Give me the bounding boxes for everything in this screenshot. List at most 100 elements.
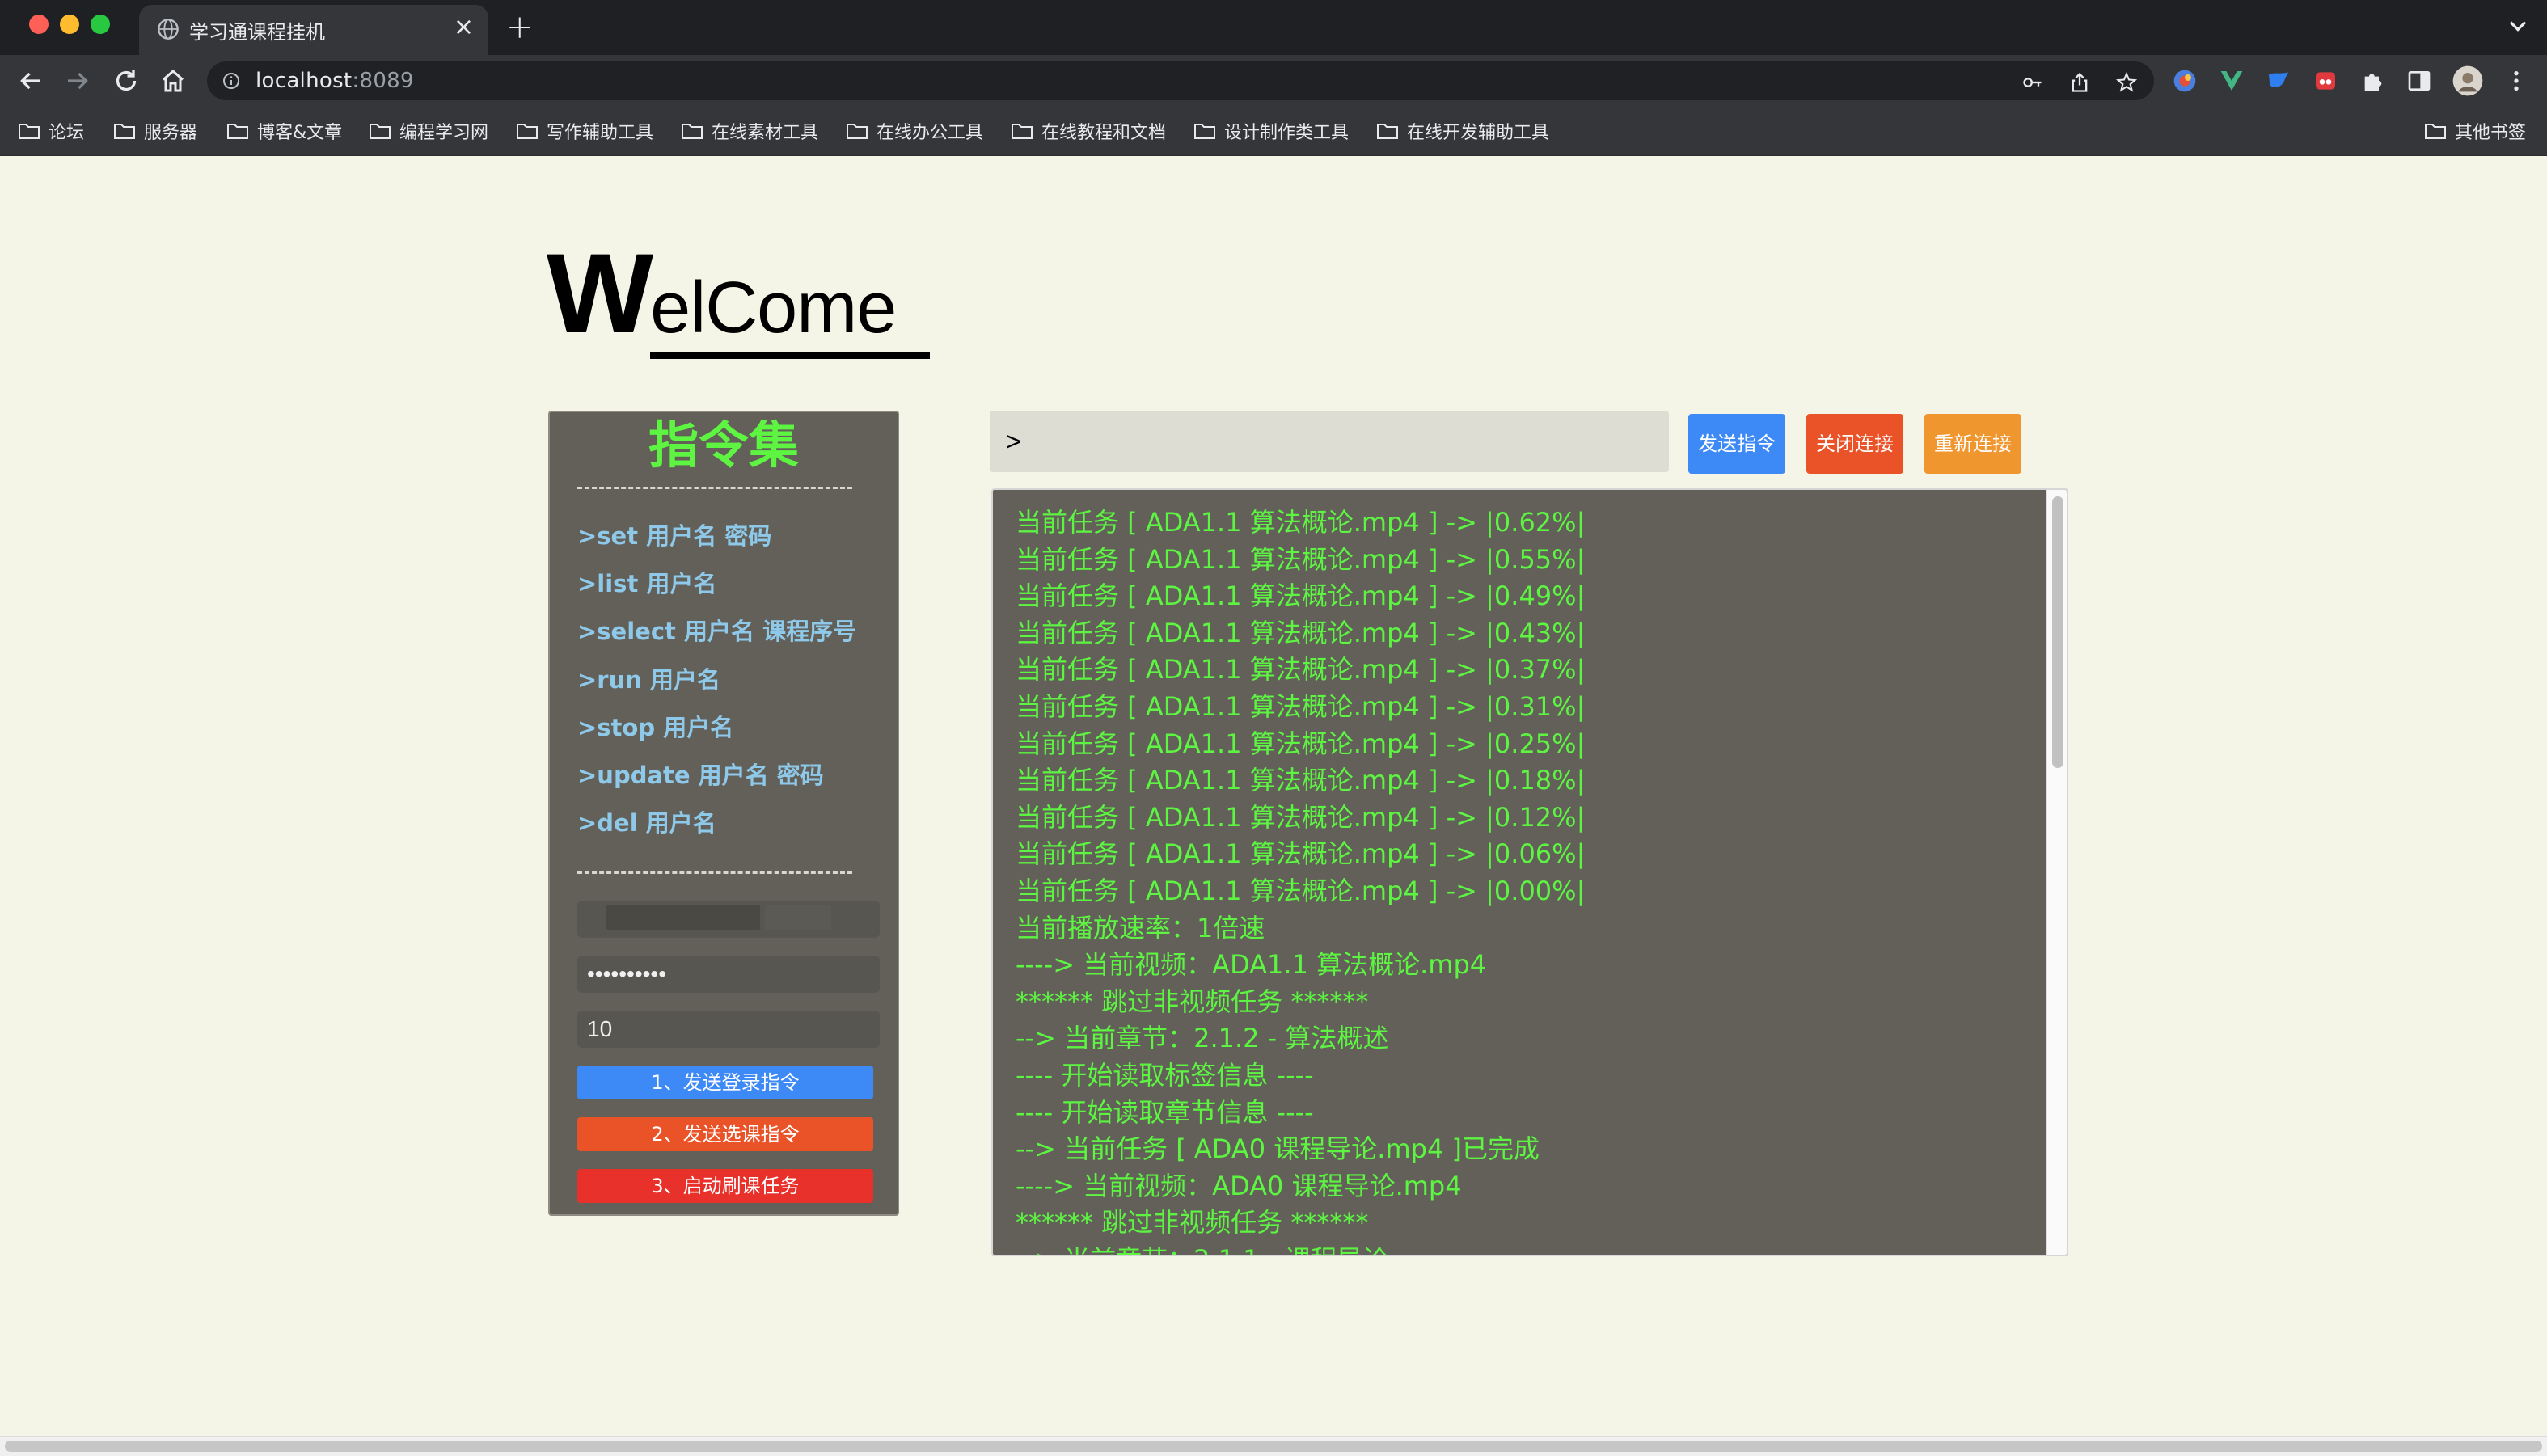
log-line: 当前任务 [ ADA1.1 算法概论.mp4 ] -> |0.25%| [1016,728,1586,759]
log-line: 当前任务 [ ADA1.1 算法概论.mp4 ] -> |0.55%| [1016,543,1586,575]
back-arrow-icon[interactable] [16,66,45,95]
command-panel: 指令集 >set 用户名 密码 >list 用户名 >select 用户名 课程… [548,411,899,1216]
bookmark-folder[interactable]: 在线教程和文档 [1011,115,1166,147]
log-line: 当前任务 [ ADA1.1 算法概论.mp4 ] -> |0.00%| [1016,875,1586,906]
bird-extension-icon[interactable] [2266,68,2291,94]
folder-icon [847,124,868,139]
page-scrollbar-thumb[interactable] [5,1441,2542,1452]
redacted-username [765,905,831,930]
command-item-select: >select 用户名 课程序号 [577,618,857,645]
command-item-run: >run 用户名 [577,666,720,694]
log-line: 当前任务 [ ADA1.1 算法概论.mp4 ] -> |0.31%| [1016,690,1586,722]
username-field[interactable] [577,901,880,938]
log-line: ****** 跳过非视频任务 ****** [1016,1207,1369,1239]
other-bookmarks-folder[interactable]: 其他书签 [2424,115,2526,147]
course-number-field[interactable]: 10 [577,1011,880,1048]
browser-tab-active[interactable]: 学习通课程挂机 × [139,5,488,55]
log-line: 当前任务 [ ADA1.1 算法概论.mp4 ] -> |0.62%| [1016,507,1586,538]
log-line: 当前任务 [ ADA1.1 算法概论.mp4 ] -> |0.06%| [1016,838,1586,870]
folder-icon [517,124,538,139]
log-line: ****** 跳过非视频任务 ****** [1016,985,1369,1017]
log-line: --> 当前章节：2.1.1 - 课程导论 [1016,1242,2042,1255]
star-icon[interactable] [2115,71,2138,94]
console-scrollbar-thumb[interactable] [2052,496,2063,768]
info-icon[interactable] [222,71,241,91]
command-item-update: >update 用户名 密码 [577,762,824,789]
bookmark-folder[interactable]: 服务器 [113,115,197,147]
start-task-button[interactable]: 3、启动刷课任务 [577,1169,873,1203]
bookmark-folder[interactable]: 在线素材工具 [681,115,818,147]
forward-arrow-icon[interactable] [63,66,92,95]
command-item-set: >set 用户名 密码 [577,522,772,550]
bookmark-folder[interactable]: 设计制作类工具 [1193,115,1349,147]
profile-avatar[interactable] [2452,65,2484,97]
log-line: ----> 当前视频：ADA0 课程导论.mp4 [1016,1170,1462,1201]
command-item-del: >del 用户名 [577,809,716,837]
folder-icon [1377,124,1398,139]
log-line: --> 当前章节：2.1.2 - 算法概述 [1016,1023,1389,1054]
bookmark-folder[interactable]: 在线办公工具 [846,115,983,147]
log-line: ---- 开始读取标签信息 ---- [1016,1059,1314,1091]
home-icon[interactable] [158,66,188,95]
folder-icon [370,124,391,139]
browser-toolbar: localhost:8089 [0,55,2547,107]
log-line: --> 当前任务 [ ADA0 课程导论.mp4 ]已完成 [1016,1133,1540,1165]
window-close-button[interactable] [29,15,49,34]
address-bar[interactable]: localhost:8089 [207,61,2154,100]
divider [577,871,852,874]
globe-icon [158,19,179,40]
close-connection-button[interactable]: 关闭连接 [1806,414,1903,474]
key-icon[interactable] [2021,71,2044,94]
reload-icon[interactable] [112,66,141,95]
tab-close-icon[interactable]: × [454,13,474,42]
folder-icon [682,124,703,139]
bookmark-folder[interactable]: 写作辅助工具 [516,115,653,147]
bookmark-folder[interactable]: 在线开发辅助工具 [1376,115,1549,147]
welcome-underline [650,352,930,359]
folder-icon [2425,124,2446,139]
puzzle-icon[interactable] [2359,68,2385,94]
url-text: localhost:8089 [256,69,414,93]
browser-tab-bar: 学习通课程挂机 × + [0,0,2547,55]
window-minimize-button[interactable] [60,15,79,34]
send-login-button[interactable]: 1、发送登录指令 [577,1066,873,1099]
command-panel-title: 指令集 [648,416,799,475]
bookmark-folder[interactable]: 编程学习网 [369,115,488,147]
extension-color-icon[interactable] [2172,68,2198,94]
log-line: 当前任务 [ ADA1.1 算法概论.mp4 ] -> |0.37%| [1016,654,1586,686]
folder-icon [1194,124,1215,139]
console-scrollbar[interactable] [2046,490,2067,1255]
log-line: 当前播放速率：1倍速 [1016,912,1265,943]
red-extension-icon[interactable] [2313,68,2338,94]
new-tab-button[interactable]: + [506,8,534,47]
window-zoom-button[interactable] [91,15,110,34]
command-item-list: >list 用户名 [577,570,717,597]
folder-icon [1012,124,1033,139]
bookmark-folder[interactable]: 论坛 [18,115,84,147]
vue-devtools-icon[interactable] [2219,68,2245,94]
page-horizontal-scrollbar[interactable] [0,1436,2547,1456]
welcome-heading: WelCome [547,230,897,357]
redacted-username [606,905,760,930]
more-vert-icon[interactable] [2503,68,2529,94]
reconnect-button[interactable]: 重新连接 [1924,414,2021,474]
log-line: 当前任务 [ ADA1.1 算法概论.mp4 ] -> |0.49%| [1016,580,1586,612]
folder-icon [114,124,135,139]
log-line: ---- 开始读取章节信息 ---- [1016,1096,1314,1128]
send-command-button[interactable]: 发送指令 [1688,414,1785,474]
command-input[interactable]: > [990,411,1669,472]
send-select-course-button[interactable]: 2、发送选课指令 [577,1117,873,1151]
password-field[interactable]: •••••••••• [577,956,880,993]
log-line: ----> 当前视频：ADA1.1 算法概论.mp4 [1016,949,1487,981]
folder-icon [227,124,248,139]
log-lines: 当前任务 [ ADA1.1 算法概论.mp4 ] -> |0.62%| 当前任务… [1016,504,2042,1255]
side-panel-icon[interactable] [2406,68,2432,94]
log-console[interactable]: 当前任务 [ ADA1.1 算法概论.mp4 ] -> |0.62%| 当前任务… [991,488,2068,1256]
chevron-down-icon[interactable] [2503,11,2532,40]
log-line: 当前任务 [ ADA1.1 算法概论.mp4 ] -> |0.18%| [1016,765,1586,796]
folder-icon [19,124,40,139]
share-icon[interactable] [2068,71,2091,94]
tab-title: 学习通课程挂机 [189,21,325,44]
bookmark-folder[interactable]: 博客&文章 [226,115,342,147]
log-line: 当前任务 [ ADA1.1 算法概论.mp4 ] -> |0.12%| [1016,801,1586,833]
